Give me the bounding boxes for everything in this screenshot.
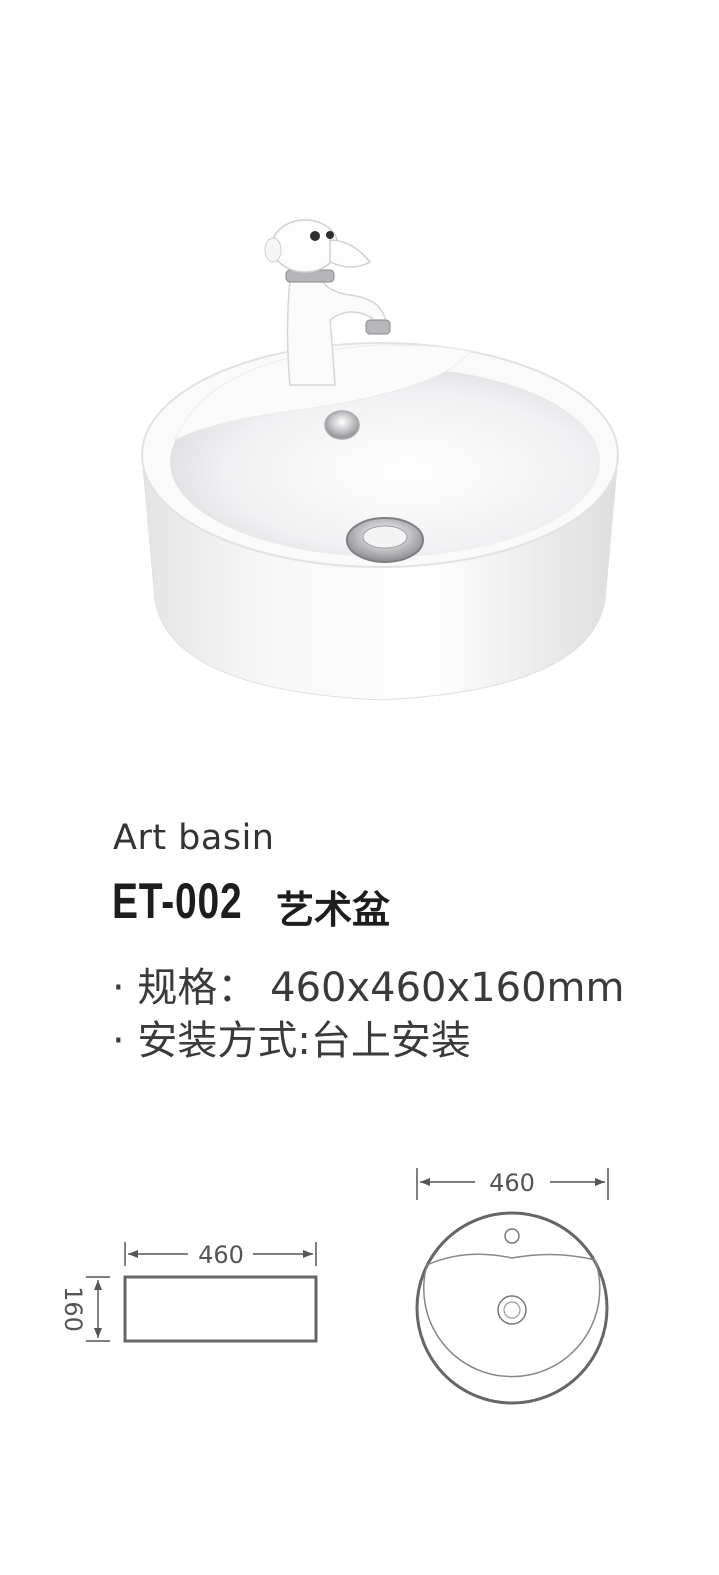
top-view-faucet-hole <box>504 1228 520 1244</box>
spec-installation: · 安装方式:台上安装 <box>112 1018 471 1064</box>
top-view-drain-outer <box>497 1295 527 1325</box>
basin-product-image <box>141 219 619 701</box>
top-view-drawing: 460 <box>415 1168 609 1405</box>
product-subtitle: Art basin <box>113 818 275 858</box>
top-view-drain-inner <box>503 1301 521 1319</box>
product-model: ET-002 <box>112 873 243 929</box>
top-view-inner-bowl <box>423 1253 601 1378</box>
product-name-cn: 艺术盆 <box>276 888 391 932</box>
spec-dimensions: · 规格： 460x460x160mm <box>112 965 625 1011</box>
side-view-outline <box>123 1275 318 1343</box>
top-view-outer-rim <box>415 1211 609 1405</box>
top-width-label: 460 <box>489 1169 535 1197</box>
side-view-drawing: 460 160 <box>59 1241 318 1343</box>
side-height-label: 160 <box>59 1286 87 1332</box>
side-width-label: 460 <box>198 1241 244 1269</box>
